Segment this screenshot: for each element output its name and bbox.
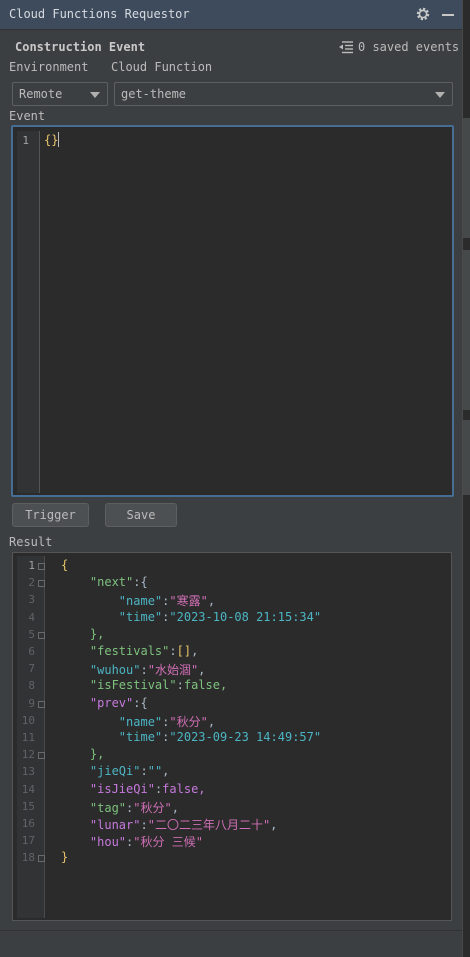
chevron-down-icon bbox=[435, 92, 445, 98]
right-edge-panel-top bbox=[463, 118, 470, 238]
minimize-icon[interactable] bbox=[442, 14, 454, 16]
code-line: } bbox=[61, 850, 69, 865]
event-label: Event bbox=[9, 109, 46, 123]
line-number: 9 bbox=[28, 696, 35, 710]
code-line: "next":{ bbox=[89, 575, 148, 590]
fold-marker-icon[interactable] bbox=[38, 563, 45, 570]
line-number: 11 bbox=[21, 731, 35, 744]
result-label: Result bbox=[9, 535, 53, 549]
line-number: 6 bbox=[28, 645, 35, 658]
fold-marker-icon[interactable] bbox=[38, 580, 45, 588]
code-line: }, bbox=[61, 626, 105, 641]
result-viewer[interactable]: 1 {2 "next":{ 3 "name":"寒露", 4 "time":"2023… bbox=[12, 552, 452, 921]
fold-marker-icon[interactable] bbox=[38, 752, 45, 760]
line-number: 12 bbox=[21, 748, 35, 762]
line-number: 1 bbox=[28, 559, 35, 572]
line-number: 16 bbox=[21, 817, 35, 830]
code-line: "time":"2023-09-23 14:49:57" bbox=[118, 730, 322, 744]
event-content[interactable]: {} bbox=[44, 133, 58, 147]
event-gutter: 1 bbox=[17, 131, 39, 493]
window-title: Cloud Functions Requestor bbox=[9, 7, 190, 21]
saved-events-count[interactable]: 0 saved events bbox=[358, 40, 459, 54]
code-line: }, bbox=[61, 747, 105, 762]
code-line: "festivals":[], bbox=[89, 644, 199, 658]
tool-window-header: Cloud Functions Requestor bbox=[0, 0, 462, 30]
construction-event-title: Construction Event bbox=[15, 40, 146, 54]
line-number: 5 bbox=[28, 627, 35, 641]
code-line: "hou":"秋分 三候" bbox=[89, 835, 203, 850]
right-edge-panel-bottom bbox=[463, 420, 470, 495]
save-button[interactable]: Save bbox=[105, 503, 177, 527]
fold-marker-icon[interactable] bbox=[38, 631, 45, 639]
code-line: "time":"2023-10-08 21:15:34" bbox=[118, 609, 322, 624]
line-number: 2 bbox=[28, 576, 35, 590]
code-line: "prev":{ bbox=[89, 695, 148, 710]
code-line: "isJieQi":false, bbox=[89, 781, 206, 796]
environment-label: Environment bbox=[9, 60, 89, 74]
fold-marker-icon[interactable] bbox=[38, 855, 45, 863]
gear-icon[interactable] bbox=[414, 5, 432, 23]
line-number: 17 bbox=[21, 834, 35, 848]
code-line: "isFestival":false, bbox=[89, 678, 228, 693]
line-number: 8 bbox=[28, 679, 35, 693]
cloud-function-label: Cloud Function bbox=[111, 60, 213, 74]
bottom-status-area bbox=[0, 930, 462, 957]
cloud-function-value: get-theme bbox=[121, 87, 187, 101]
result-code: 1 {2 "next":{ 3 "name":"寒露", 4 "time":"2023… bbox=[13, 553, 451, 920]
code-line: "tag":"秋分", bbox=[89, 800, 179, 815]
line-number: 3 bbox=[28, 593, 35, 607]
code-line: "wuhou":"水始涸", bbox=[89, 663, 206, 678]
code-line: "lunar":"二〇二三年八月二十", bbox=[89, 818, 278, 832]
environment-select[interactable]: Remote bbox=[12, 82, 108, 106]
trigger-button[interactable]: Trigger bbox=[12, 503, 89, 527]
fold-marker-icon[interactable] bbox=[38, 700, 45, 708]
line-number: 7 bbox=[28, 662, 35, 676]
code-line: "name":"秋分", bbox=[118, 714, 216, 729]
line-number: 4 bbox=[28, 610, 35, 624]
code-line: "name":"寒露", bbox=[118, 594, 216, 609]
code-line: "jieQi":"", bbox=[89, 764, 170, 779]
saved-events-list-icon[interactable] bbox=[338, 40, 354, 54]
line-number: 13 bbox=[21, 765, 35, 779]
line-number: 14 bbox=[21, 782, 35, 796]
text-cursor bbox=[58, 132, 59, 147]
environment-value: Remote bbox=[19, 87, 63, 101]
line-number: 18 bbox=[21, 851, 35, 865]
line-number: 10 bbox=[21, 713, 35, 727]
chevron-down-icon bbox=[90, 92, 100, 98]
code-line: { bbox=[61, 558, 69, 572]
event-editor[interactable]: 1 {} bbox=[11, 125, 454, 497]
cloud-function-select[interactable]: get-theme bbox=[114, 82, 453, 106]
right-edge-panel-mid bbox=[463, 250, 470, 410]
line-number: 15 bbox=[21, 799, 35, 813]
gutter-divider bbox=[39, 131, 40, 493]
line-number: 1 bbox=[22, 134, 29, 147]
